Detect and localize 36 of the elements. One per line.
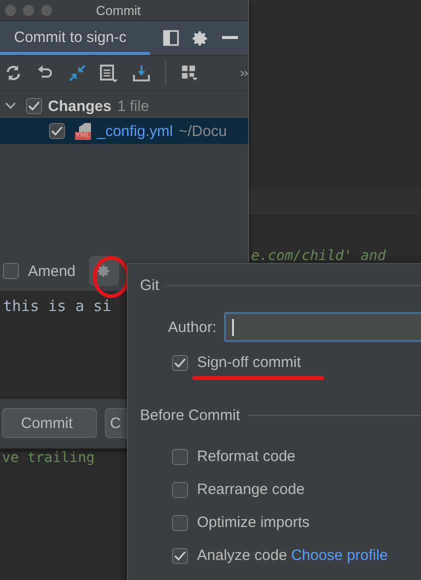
checkbox[interactable] bbox=[3, 263, 19, 279]
arrows-in-icon[interactable] bbox=[68, 64, 86, 82]
option-label: Rearrange code bbox=[197, 481, 305, 498]
option-label: Optimize imports bbox=[197, 514, 310, 531]
minimize-icon[interactable] bbox=[222, 36, 238, 40]
checkbox[interactable] bbox=[172, 514, 188, 530]
file-name: _config.yml bbox=[97, 122, 173, 140]
amend-label: Amend bbox=[28, 262, 76, 280]
commit-button[interactable]: Commit bbox=[2, 408, 97, 438]
code-line: ve trailing bbox=[2, 450, 95, 466]
file-path: ~/Docu bbox=[178, 122, 227, 140]
code-line: e.com/child' and bbox=[251, 248, 386, 264]
refresh-icon[interactable] bbox=[5, 64, 22, 82]
checkbox[interactable] bbox=[172, 354, 188, 370]
checkbox[interactable] bbox=[172, 448, 188, 464]
changes-label: Changes bbox=[48, 98, 112, 114]
checkbox[interactable] bbox=[49, 123, 65, 139]
section-title: Before Commit bbox=[140, 407, 240, 424]
author-label: Author: bbox=[168, 318, 216, 336]
file-count: 1 file bbox=[117, 98, 150, 114]
chevron-down-icon[interactable] bbox=[5, 102, 16, 110]
window-title: Commit bbox=[96, 2, 141, 18]
option-label: Reformat code bbox=[197, 448, 296, 465]
checkbox[interactable] bbox=[26, 98, 42, 114]
grid-icon[interactable] bbox=[180, 64, 198, 82]
section-title: Git bbox=[140, 277, 160, 294]
document-icon[interactable] bbox=[100, 64, 118, 82]
option-label: Analyze code bbox=[197, 547, 288, 564]
more-icon[interactable] bbox=[240, 70, 248, 76]
choose-profile-link[interactable]: Choose profile bbox=[291, 547, 388, 564]
checkbox[interactable] bbox=[172, 548, 188, 564]
checkbox[interactable] bbox=[172, 482, 188, 498]
download-icon[interactable] bbox=[133, 64, 150, 82]
layout-icon[interactable] bbox=[163, 30, 179, 46]
author-field[interactable] bbox=[224, 312, 421, 342]
settings-icon[interactable] bbox=[192, 30, 209, 46]
